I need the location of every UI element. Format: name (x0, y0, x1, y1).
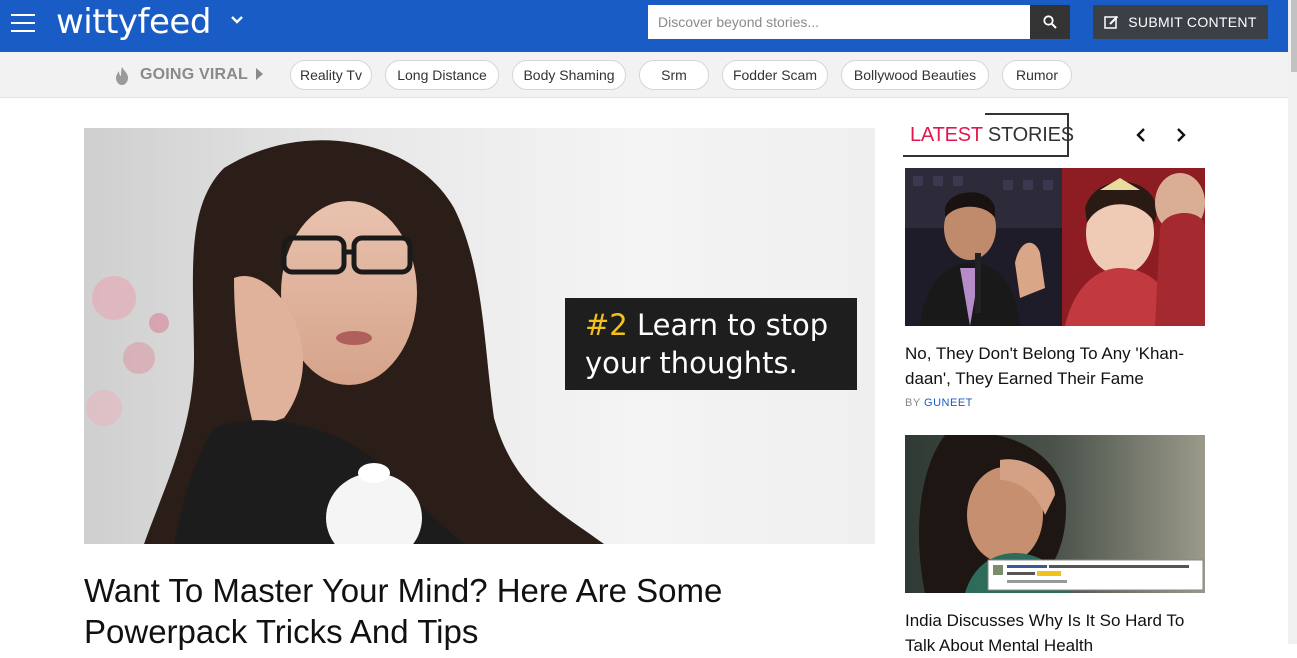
hamburger-icon[interactable] (11, 14, 35, 34)
image-caption-overlay: #2 Learn to stop your thoughts. (565, 298, 857, 390)
arrow-right-icon[interactable] (1169, 123, 1193, 147)
site-logo[interactable]: wittyfeed (56, 2, 211, 42)
article-title[interactable]: Want To Master Your Mind? Here Are Some … (84, 570, 884, 652)
scrollbar-thumb[interactable] (1291, 0, 1297, 72)
story-author[interactable]: GUNEET (924, 397, 973, 409)
latest-heading-accent: LATEST (910, 124, 983, 146)
tag-pill[interactable]: Long Distance (385, 60, 499, 90)
byline-prefix: BY (905, 397, 921, 409)
submit-content-label: SUBMIT CONTENT (1128, 14, 1257, 30)
story-title[interactable]: India Discusses Why Is It So Hard To Tal… (905, 608, 1205, 658)
search-button[interactable] (1030, 5, 1070, 39)
caption-number: #2 (585, 308, 628, 342)
scrollbar-track[interactable] (1288, 0, 1297, 644)
tag-pill[interactable]: Bollywood Beauties (841, 60, 989, 90)
latest-stories-heading: LATEST STORIES (910, 124, 1074, 147)
story-title[interactable]: No, They Don't Belong To Any 'Khan-daan'… (905, 341, 1205, 391)
story-byline: BY GUNEET (905, 397, 973, 409)
tag-pill[interactable]: Reality Tv (290, 60, 372, 90)
story-thumbnail[interactable] (905, 435, 1205, 593)
flame-icon (116, 67, 128, 85)
tag-pill[interactable]: Srm (639, 60, 709, 90)
story-thumbnail[interactable] (905, 168, 1205, 326)
arrow-left-icon[interactable] (1129, 123, 1153, 147)
going-viral-label: GOING VIRAL (140, 66, 248, 83)
search-input[interactable] (648, 5, 1030, 39)
chevron-down-icon[interactable] (230, 13, 244, 32)
submit-content-button[interactable]: SUBMIT CONTENT (1093, 5, 1268, 39)
tag-pill[interactable]: Rumor (1002, 60, 1072, 90)
latest-heading-rest: STORIES (987, 124, 1074, 146)
search-icon (1043, 15, 1057, 29)
latest-stories-frame-top (985, 113, 1069, 115)
tag-pill[interactable]: Body Shaming (512, 60, 626, 90)
caret-right-icon (256, 68, 263, 80)
tag-pill[interactable]: Fodder Scam (722, 60, 828, 90)
edit-icon (1104, 15, 1119, 29)
